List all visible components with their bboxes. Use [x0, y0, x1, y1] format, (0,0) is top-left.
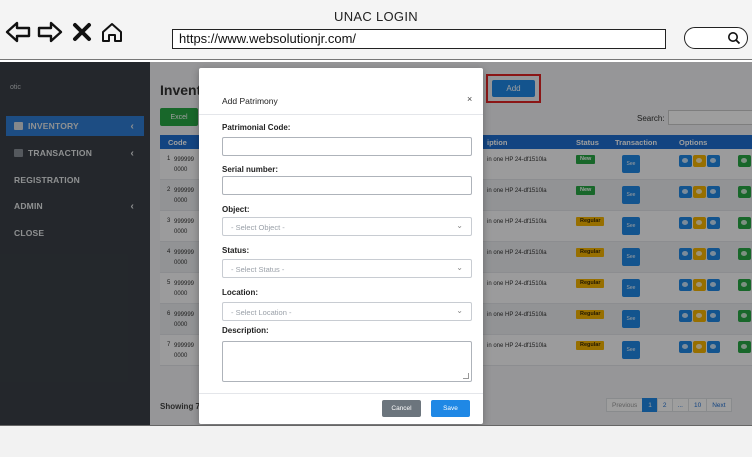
serial-number-label: Serial number: [222, 165, 279, 174]
search-icon [728, 32, 741, 45]
cancel-button[interactable]: Cancel [382, 400, 421, 417]
resize-handle-icon[interactable] [463, 373, 469, 379]
patrimonial-code-label: Patrimonial Code: [222, 123, 291, 132]
browser-footer [0, 425, 752, 457]
object-select[interactable]: - Select Object - ⌄ [222, 217, 472, 236]
divider [199, 114, 483, 115]
browser-chrome: UNAC LOGIN https://www.websolutionjr.com… [0, 0, 752, 60]
divider [199, 393, 483, 394]
browser-search-box[interactable] [684, 27, 748, 49]
location-label: Location: [222, 288, 258, 297]
chevron-down-icon: ⌄ [456, 221, 463, 230]
save-button[interactable]: Save [431, 400, 470, 417]
location-select-placeholder: - Select Location - [231, 308, 292, 317]
patrimonial-code-input[interactable] [222, 137, 472, 156]
description-label: Description: [222, 326, 269, 335]
status-select-placeholder: - Select Status - [231, 265, 285, 274]
description-textarea[interactable] [222, 341, 472, 382]
back-arrow-icon[interactable] [4, 18, 32, 46]
location-select[interactable]: - Select Location - ⌄ [222, 302, 472, 321]
modal-title: Add Patrimony [222, 96, 278, 106]
object-label: Object: [222, 205, 250, 214]
close-x-icon[interactable] [68, 18, 96, 46]
add-patrimony-modal: Add Patrimony × Patrimonial Code: Serial… [199, 68, 483, 424]
status-label: Status: [222, 246, 250, 255]
chevron-down-icon: ⌄ [456, 263, 463, 272]
object-select-placeholder: - Select Object - [231, 223, 285, 232]
status-select[interactable]: - Select Status - ⌄ [222, 259, 472, 278]
forward-arrow-icon[interactable] [36, 18, 64, 46]
url-bar[interactable]: https://www.websolutionjr.com/ [172, 29, 666, 49]
close-icon[interactable]: × [467, 94, 472, 104]
home-icon[interactable] [98, 18, 126, 46]
chevron-down-icon: ⌄ [456, 306, 463, 315]
serial-number-input[interactable] [222, 176, 472, 195]
